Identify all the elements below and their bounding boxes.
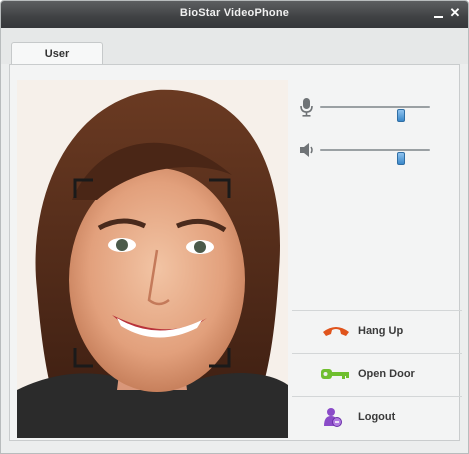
hang-up-button[interactable]: Hang Up xyxy=(292,310,462,352)
window-title: BioStar VideoPhone xyxy=(179,7,290,19)
speaker-volume-slider[interactable] xyxy=(320,149,430,165)
tab-user[interactable]: User xyxy=(11,42,103,66)
speaker-volume-control xyxy=(298,140,438,165)
microphone-volume-thumb[interactable] xyxy=(397,109,406,122)
speaker-icon xyxy=(298,140,316,160)
videophone-window: BioStar VideoPhone ✕ User Hang Up Open D… xyxy=(0,0,469,454)
hang-up-label: Hang Up xyxy=(358,325,404,337)
logout-button[interactable]: Logout xyxy=(292,396,462,438)
logout-user-icon xyxy=(320,406,352,428)
tab-strip: User xyxy=(1,28,468,66)
key-icon xyxy=(320,363,352,385)
phone-hangup-icon xyxy=(320,320,352,342)
open-door-button[interactable]: Open Door xyxy=(292,353,462,395)
caller-video-image xyxy=(17,80,288,438)
microphone-volume-slider[interactable] xyxy=(320,106,430,122)
logout-label: Logout xyxy=(358,411,396,423)
title-bar[interactable]: BioStar VideoPhone ✕ xyxy=(1,1,468,28)
video-feed xyxy=(17,80,288,438)
microphone-volume-control xyxy=(298,97,438,122)
open-door-label: Open Door xyxy=(358,368,415,380)
speaker-volume-thumb[interactable] xyxy=(397,152,406,165)
close-icon[interactable]: ✕ xyxy=(448,6,462,20)
minimize-icon[interactable] xyxy=(432,6,446,20)
microphone-icon xyxy=(298,97,316,117)
